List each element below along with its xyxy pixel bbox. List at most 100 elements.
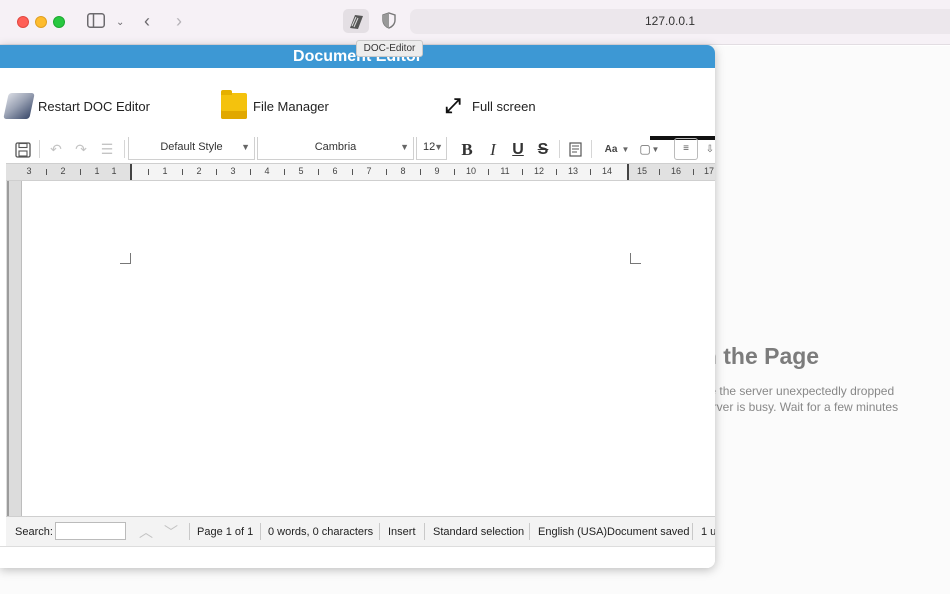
ruler-tick [590,169,591,175]
full-screen-button[interactable]: ⤢ Full screen [440,91,536,121]
strikethrough-button[interactable]: S [534,139,552,160]
status-separator [424,523,425,540]
formatting-toolbar: ↶ ↷ ☰ Default Style ▼ Cambria ▼ 12 ▼ B I… [0,136,715,163]
ruler-tick [284,169,285,175]
insert-mode[interactable]: Insert [388,526,416,538]
ruler-tick [250,169,251,175]
redo-icon[interactable]: ↷ [73,139,89,160]
ruler-tick [488,169,489,175]
font-family-select[interactable]: Cambria ▼ [257,137,414,160]
forward-icon[interactable]: › [176,11,182,31]
selection-mode[interactable]: Standard selection [433,526,524,538]
page-margin-corner-left [120,253,131,264]
file-manager-label: File Manager [253,98,329,114]
window-maximize-button[interactable] [53,16,65,28]
chevron-down-icon: ▼ [241,142,250,152]
editor-footer [0,546,715,568]
bold-button[interactable]: B [458,139,476,160]
sidebar-toggle-icon[interactable] [87,13,105,34]
italic-button[interactable]: I [484,139,502,160]
ruler-number: 3 [230,166,236,176]
status-separator [529,523,530,540]
ruler-number: 13 [567,166,578,176]
ruler-number: 10 [465,166,476,176]
ruler-number: 12 [533,166,544,176]
font-family-value: Cambria [314,141,357,153]
ruler-tick [182,169,183,175]
restart-editor-icon [3,93,35,119]
ruler-tick [420,169,421,175]
align-menu-icon[interactable]: ≡ [674,138,698,160]
ruler-tick [693,169,694,175]
status-separator [379,523,380,540]
chevron-down-icon[interactable]: ⌄ [116,13,124,33]
ruler-number: 4 [264,166,270,176]
chevron-down-icon[interactable]: ▼ [651,139,660,160]
error-line: e server is busy. Wait for a few minutes [690,399,899,414]
toolbar-separator [559,140,560,158]
ruler-number: 17 [703,166,714,176]
ruler-number: 11 [500,166,510,176]
chevron-down-icon: ▼ [434,142,443,152]
search-input[interactable] [55,522,126,540]
status-extra: 1 u [701,526,715,538]
ruler-number: 14 [601,166,612,176]
save-icon[interactable] [14,139,32,160]
horizontal-ruler[interactable]: 3 2 1 1 1 2 3 4 5 6 7 8 9 10 11 12 13 14… [6,163,715,181]
ruler-number: 9 [434,166,440,176]
error-title: en the Page [690,343,820,369]
search-next-icon[interactable]: ﹀ [164,522,178,542]
paragraph-format-icon[interactable] [567,139,585,160]
toolbar-separator [39,140,40,158]
paragraph-style-select[interactable]: Default Style ▼ [128,137,255,160]
window-close-button[interactable] [17,16,29,28]
error-message: ause the server unexpectedly dropped e s… [690,384,950,431]
ruler-number: 6 [332,166,338,176]
chevron-down-icon[interactable]: ▼ [621,139,630,160]
error-line: ause the server unexpectedly dropped [690,384,895,398]
address-bar[interactable]: 127.0.0.1 [410,9,950,34]
ruler-number: 3 [26,166,32,176]
font-size-select[interactable]: 12 ▼ [416,137,447,160]
back-icon[interactable]: ‹ [144,11,150,31]
full-screen-label: Full screen [472,98,536,114]
extension-tooltip: DOC-Editor [356,40,423,57]
list-indent-icon[interactable]: ☰ [99,139,115,160]
text-case-button[interactable]: Aa [600,139,622,160]
undo-icon[interactable]: ↶ [48,139,64,160]
ruler-number: 1 [162,166,168,176]
shield-icon[interactable] [382,12,396,35]
search-label: Search: [15,526,53,538]
ruler-number: 7 [366,166,372,176]
status-bar: Search: ︿ ﹀ Page 1 of 1 0 words, 0 chara… [6,516,715,546]
vertical-ruler [6,181,22,516]
ruler-number: 15 [636,166,647,176]
more-icon[interactable]: ⇩ [705,139,715,160]
page-count: Page 1 of 1 [197,526,254,538]
file-manager-button[interactable]: File Manager [221,90,329,121]
doc-editor-extension-icon[interactable] [343,9,369,33]
ruler-number: 16 [670,166,681,176]
status-separator [260,523,261,540]
window-minimize-button[interactable] [35,16,47,28]
highlight-color-icon[interactable]: ▢ [638,139,652,160]
ruler-number: 2 [60,166,66,176]
browser-toolbar: ⌄ ‹ › 127.0.0.1 [0,0,950,45]
document-canvas[interactable] [6,181,715,516]
status-separator [692,523,693,540]
ruler-tick [659,169,660,175]
search-previous-icon[interactable]: ︿ [139,522,153,542]
restart-editor-button[interactable]: Restart DOC Editor [3,91,150,121]
expand-icon: ⤢ [445,95,461,117]
ruler-tick [556,169,557,175]
paragraph-style-value: Default Style [160,141,223,153]
ruler-tick [46,169,47,175]
ruler-number: 1 [111,166,117,176]
ruler-tick [522,169,523,175]
toolbar-separator [124,140,125,158]
underline-button[interactable]: U [509,139,527,160]
language-status[interactable]: English (USA) [538,526,607,538]
word-count: 0 words, 0 characters [268,526,374,538]
ruler-tick [454,169,455,175]
chevron-down-icon: ▼ [400,142,409,152]
